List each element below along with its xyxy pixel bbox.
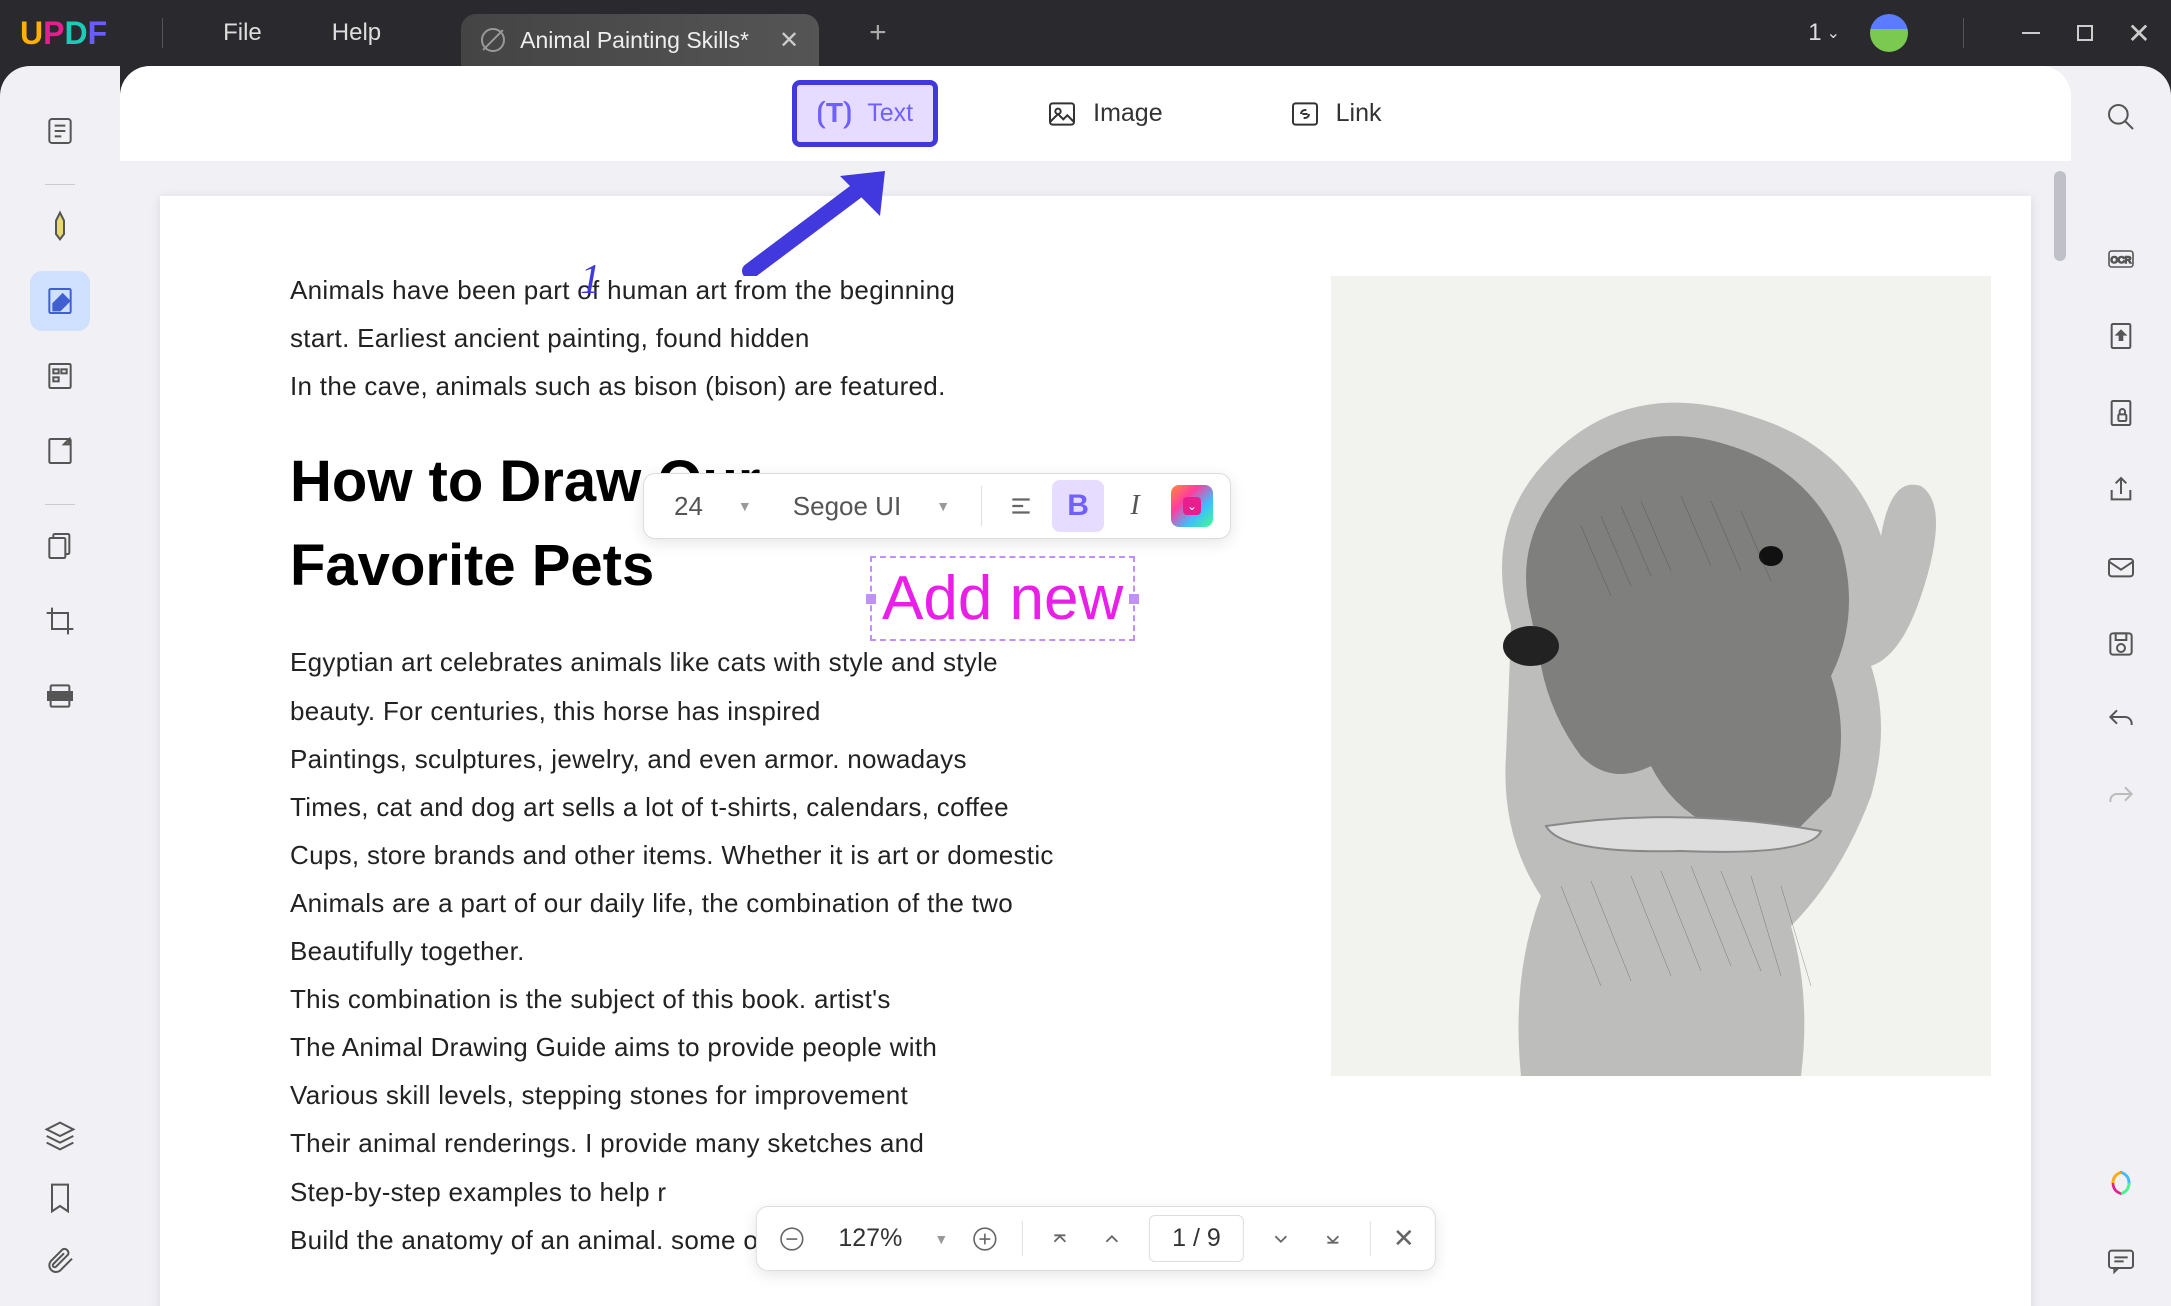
document-viewport: ⟮T⟯ Text Image Link 1 Animals have been … — [120, 66, 2071, 1306]
convert-icon[interactable] — [2105, 320, 2137, 352]
font-family-dropdown[interactable]: Segoe UI ▼ — [775, 483, 968, 530]
pages-button[interactable] — [30, 516, 90, 576]
user-avatar[interactable] — [1870, 14, 1908, 52]
crop-button[interactable] — [30, 591, 90, 651]
prev-page-button[interactable] — [1097, 1224, 1127, 1254]
italic-button[interactable]: I — [1109, 480, 1161, 532]
image-icon — [1046, 98, 1078, 130]
main-workspace: ⟮T⟯ Text Image Link 1 Animals have been … — [0, 66, 2171, 1306]
tab-file-icon — [481, 28, 505, 52]
nav-close-button[interactable]: ✕ — [1393, 1223, 1415, 1254]
form-button[interactable] — [30, 421, 90, 481]
edit-toolbar: ⟮T⟯ Text Image Link — [120, 66, 2071, 161]
add-link-button[interactable]: Link — [1271, 90, 1400, 138]
redo-icon[interactable] — [2105, 782, 2137, 814]
tab-title: Animal Painting Skills* — [520, 27, 749, 54]
link-icon — [1289, 98, 1321, 130]
text-format-toolbar: 24 ▼ Segoe UI ▼ B I ⌄ — [643, 473, 1231, 539]
search-icon[interactable] — [2105, 101, 2137, 133]
tab-close-button[interactable]: ✕ — [779, 26, 799, 55]
organize-button[interactable] — [30, 346, 90, 406]
pdf-page[interactable]: 1 Animals have been part of human art fr… — [160, 196, 2031, 1306]
window-minimize-button[interactable] — [2019, 21, 2043, 45]
text-color-button[interactable]: ⌄ — [1166, 480, 1218, 532]
last-page-button[interactable] — [1318, 1224, 1348, 1254]
bookmark-icon[interactable] — [44, 1182, 76, 1214]
zoom-level: 127% — [828, 1224, 912, 1253]
annotation-arrow — [730, 161, 905, 276]
editable-text-box[interactable]: Add new — [870, 556, 1135, 641]
app-logo: UPDF — [20, 15, 107, 52]
menu-help[interactable]: Help — [332, 19, 381, 47]
document-tab[interactable]: Animal Painting Skills* ✕ — [461, 14, 819, 66]
tab-count[interactable]: 1 ⌄ — [1808, 19, 1840, 47]
resize-handle-right[interactable] — [1129, 594, 1139, 604]
dog-sketch-image — [1331, 276, 1991, 1076]
bold-button[interactable]: B — [1052, 480, 1104, 532]
add-text-button[interactable]: ⟮T⟯ Text — [792, 80, 939, 147]
page-number-display[interactable]: 1 / 9 — [1149, 1215, 1244, 1262]
email-icon[interactable] — [2105, 551, 2137, 583]
ocr-icon[interactable]: OCR — [2105, 243, 2137, 275]
ai-icon[interactable] — [2105, 1167, 2137, 1199]
window-close-button[interactable]: ✕ — [2127, 21, 2151, 45]
layers-icon[interactable] — [44, 1120, 76, 1152]
zoom-dropdown[interactable]: ▼ — [934, 1231, 948, 1247]
first-page-button[interactable] — [1045, 1224, 1075, 1254]
page-navigation-bar: 127% ▼ 1 / 9 ✕ — [755, 1206, 1435, 1271]
new-tab-button[interactable]: + — [869, 16, 887, 50]
align-button[interactable] — [995, 480, 1047, 532]
undo-icon[interactable] — [2105, 705, 2137, 737]
zoom-in-button[interactable] — [970, 1224, 1000, 1254]
resize-handle-left[interactable] — [866, 594, 876, 604]
protect-icon[interactable] — [2105, 397, 2137, 429]
add-image-button[interactable]: Image — [1028, 90, 1180, 138]
comment-icon[interactable] — [2105, 1244, 2137, 1276]
next-page-button[interactable] — [1266, 1224, 1296, 1254]
reader-mode-button[interactable] — [30, 101, 90, 161]
redact-button[interactable] — [30, 666, 90, 726]
svg-text:OCR: OCR — [2111, 255, 2132, 265]
edit-button[interactable] — [30, 271, 90, 331]
window-maximize-button[interactable] — [2073, 21, 2097, 45]
titlebar: UPDF File Help Animal Painting Skills* ✕… — [0, 0, 2171, 66]
save-icon[interactable] — [2105, 628, 2137, 660]
menu-file[interactable]: File — [223, 19, 262, 47]
right-sidebar: OCR — [2071, 66, 2171, 1306]
font-size-dropdown[interactable]: 24 ▼ — [656, 483, 770, 530]
annotate-button[interactable] — [30, 196, 90, 256]
share-icon[interactable] — [2105, 474, 2137, 506]
scrollbar-thumb[interactable] — [2054, 171, 2066, 261]
text-box-content[interactable]: Add new — [882, 563, 1123, 634]
page-number-marker: 1 — [580, 256, 601, 304]
attachment-icon[interactable] — [44, 1244, 76, 1276]
text-icon: ⟮T⟯ — [817, 97, 853, 130]
zoom-out-button[interactable] — [776, 1224, 806, 1254]
left-sidebar — [0, 66, 120, 1306]
